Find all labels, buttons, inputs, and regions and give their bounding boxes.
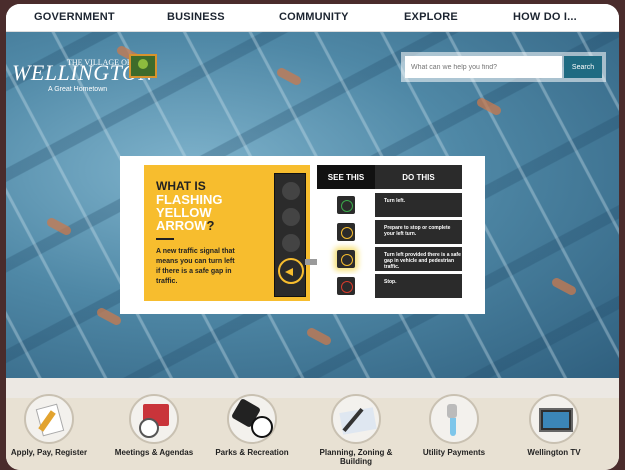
soccer-ball-shape: [251, 416, 273, 438]
hero-banner: THE VILLAGE OF WELLINGTON A Great Hometo…: [6, 32, 619, 378]
swimmer-decoration: [475, 96, 503, 117]
slide-divider: [156, 238, 174, 240]
quicklink-label: Utility Payments: [422, 448, 486, 457]
calendar-clock-icon: [129, 394, 179, 444]
slide-description: A new traffic signal that means you can …: [156, 248, 235, 285]
faucet-shape: [447, 404, 457, 418]
tree-emblem-icon: [129, 54, 157, 78]
swimmer-decoration: [95, 306, 123, 327]
clock-shape: [139, 418, 159, 438]
quicklink-label: Meetings & Agendas: [114, 448, 194, 457]
legend-row: Stop.: [317, 274, 462, 298]
swimmer-decoration: [550, 276, 578, 297]
quicklink-apply-pay-register[interactable]: Apply, Pay, Register: [6, 394, 94, 457]
nav-government[interactable]: GOVERNMENT: [34, 11, 115, 23]
swimmer-decoration: [45, 216, 73, 237]
tv-icon: [529, 394, 579, 444]
quicklink-utility-payments[interactable]: Utility Payments: [409, 394, 499, 457]
slide-legend-table: SEE THIS DO THIS Turn left. Prepare to s…: [317, 165, 462, 301]
quicklink-wellington-tv[interactable]: Wellington TV: [509, 394, 599, 457]
legend-row: Prepare to stop or complete your left tu…: [317, 220, 462, 244]
sports-ball-icon: [227, 394, 277, 444]
legend-text: Prepare to stop or complete your left tu…: [375, 220, 462, 244]
top-navigation: GOVERNMENT BUSINESS COMMUNITY EXPLORE HO…: [6, 4, 619, 32]
legend-text: Turn left.: [375, 193, 462, 217]
quicklink-planning-zoning-building[interactable]: Planning, Zoning & Building: [311, 394, 401, 466]
faucet-icon: [429, 394, 479, 444]
quicklink-label: Planning, Zoning & Building: [319, 448, 393, 466]
nav-business[interactable]: BUSINESS: [167, 11, 225, 23]
legend-row: Turn left provided there is a safe gap i…: [317, 247, 462, 271]
nav-how-do-i[interactable]: HOW DO I...: [513, 11, 577, 23]
swimmer-decoration: [275, 66, 303, 87]
flashing-yellow-arrow-icon: [317, 247, 375, 271]
tv-screen-shape: [543, 412, 569, 428]
slide-intro-panel: WHAT IS FLASHING YELLOW ARROW? A new tra…: [144, 165, 335, 301]
quicklink-meetings-agendas[interactable]: Meetings & Agendas: [109, 394, 199, 457]
browser-frame: GOVERNMENT BUSINESS COMMUNITY EXPLORE HO…: [6, 4, 619, 470]
flashing-arrow-lamp-icon: [278, 258, 304, 284]
solid-yellow-arrow-icon: [317, 220, 375, 244]
quicklink-label: Parks & Recreation: [215, 448, 289, 457]
signal-mini-icon: [337, 223, 355, 241]
signal-lamp: [282, 208, 300, 226]
traffic-signal-icon: [274, 173, 306, 297]
legend-text: Stop.: [375, 274, 462, 298]
slide-arrow-word: ARROW: [156, 218, 207, 233]
slide-arrow: ARROW?: [156, 218, 215, 233]
flashing-yellow-arrow-slide[interactable]: WHAT IS FLASHING YELLOW ARROW? A new tra…: [120, 156, 485, 314]
quick-links-bar: Apply, Pay, Register Meetings & Agendas …: [6, 378, 619, 470]
do-this-header: DO THIS: [375, 165, 462, 189]
slide-what-is: WHAT IS: [156, 179, 206, 193]
nav-explore[interactable]: EXPLORE: [404, 11, 458, 23]
search-box: Search: [401, 52, 606, 82]
signal-mini-icon: [337, 196, 355, 214]
signal-mini-icon: [337, 250, 355, 268]
signal-lamp: [282, 182, 300, 200]
see-this-header: SEE THIS: [317, 165, 375, 189]
legend-row: Turn left.: [317, 193, 462, 217]
swimmer-decoration: [305, 326, 333, 347]
clipboard-pencil-icon: [24, 394, 74, 444]
green-arrow-icon: [317, 193, 375, 217]
quicklink-parks-recreation[interactable]: Parks & Recreation: [207, 394, 297, 457]
signal-lamp: [282, 234, 300, 252]
water-shape: [450, 418, 456, 436]
quicklink-label: Apply, Pay, Register: [10, 448, 88, 457]
logo-tagline: A Great Hometown: [48, 86, 108, 93]
quicklink-label: Wellington TV: [527, 448, 581, 457]
signal-mini-icon: [337, 277, 355, 295]
legend-text: Turn left provided there is a safe gap i…: [375, 247, 462, 271]
slide-question-mark: ?: [206, 218, 215, 233]
search-button[interactable]: Search: [564, 56, 602, 78]
nav-community[interactable]: COMMUNITY: [279, 11, 349, 23]
search-input[interactable]: [405, 56, 562, 78]
blueprint-icon: [331, 394, 381, 444]
red-arrow-icon: [317, 274, 375, 298]
